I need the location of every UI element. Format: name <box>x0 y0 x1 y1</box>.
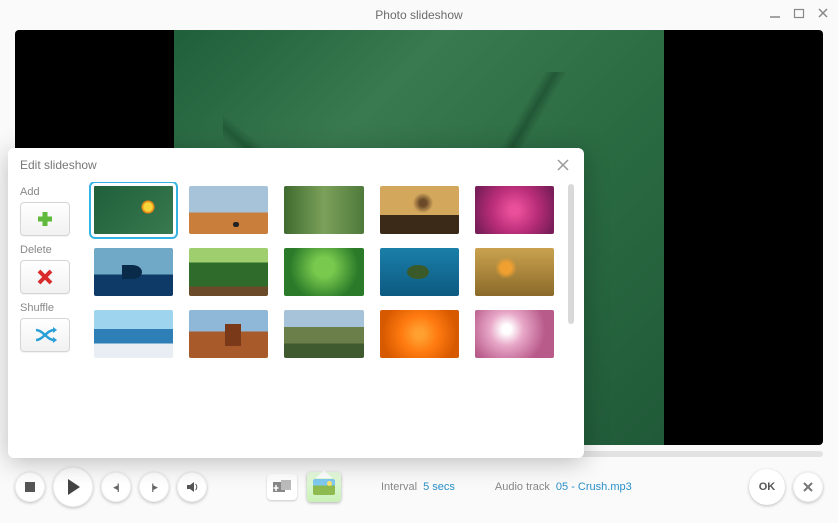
audio-info: Audio track 05 - Crush.mp3 <box>495 481 632 493</box>
thumbs-area <box>90 182 576 450</box>
interval-label: Interval <box>381 481 417 493</box>
scrollbar-thumb[interactable] <box>568 184 574 324</box>
titlebar: Photo slideshow <box>0 0 838 30</box>
thumbnail-blossom[interactable] <box>475 310 554 358</box>
close-button[interactable] <box>816 6 830 20</box>
thumbnail-marigold[interactable] <box>380 310 459 358</box>
audio-label: Audio track <box>495 481 550 493</box>
volume-button[interactable] <box>177 472 207 502</box>
thumbnail-turtle[interactable] <box>380 248 459 296</box>
delete-button[interactable] <box>20 260 70 294</box>
ok-button[interactable]: OK <box>749 469 785 505</box>
add-media-button[interactable] <box>267 474 297 500</box>
thumbnail-flowers-pink[interactable] <box>475 186 554 234</box>
prev-icon: ◂| <box>113 482 118 493</box>
stop-button[interactable] <box>15 472 45 502</box>
interval-info: Interval 5 secs <box>381 481 455 493</box>
thumbnail-meadow[interactable] <box>284 310 363 358</box>
popup-title: Edit slideshow <box>20 158 97 172</box>
delete-label: Delete <box>20 244 90 256</box>
confirm-controls: OK <box>749 469 823 505</box>
scrollbar[interactable] <box>566 182 576 450</box>
plus-icon <box>35 209 55 229</box>
edit-slideshow-popup: Edit slideshow Add Delete Shuffle <box>8 148 584 458</box>
playback-controls: ◂| |▸ <box>15 467 207 507</box>
audio-value[interactable]: 05 - Crush.mp3 <box>556 481 632 493</box>
thumbnail-whale[interactable] <box>94 248 173 296</box>
add-label: Add <box>20 186 90 198</box>
thumbnail-desert[interactable] <box>189 186 268 234</box>
x-icon <box>36 268 54 286</box>
thumbnail-stream[interactable] <box>284 186 363 234</box>
playback-bar: ◂| |▸ Interval 5 secs Audio track 05 - C… <box>15 463 823 511</box>
maximize-button[interactable] <box>792 6 806 20</box>
side-panel: Add Delete Shuffle <box>20 182 90 450</box>
picture-icon <box>313 479 335 495</box>
next-button[interactable]: |▸ <box>139 472 169 502</box>
shuffle-button[interactable] <box>20 318 70 352</box>
thumbnail-monument[interactable] <box>189 310 268 358</box>
shuffle-label: Shuffle <box>20 302 90 314</box>
thumbnail-shrub[interactable] <box>284 248 363 296</box>
popup-body: Add Delete Shuffle <box>8 182 584 458</box>
edit-slideshow-button[interactable] <box>307 472 341 502</box>
play-button[interactable] <box>53 467 93 507</box>
window-controls <box>768 6 830 20</box>
thumbnail-tree[interactable] <box>380 186 459 234</box>
interval-value[interactable]: 5 secs <box>423 481 455 493</box>
thumbnail-toucan[interactable] <box>94 186 173 234</box>
thumbnail-leaves[interactable] <box>475 248 554 296</box>
thumbnail-path[interactable] <box>189 248 268 296</box>
add-button[interactable] <box>20 202 70 236</box>
next-icon: |▸ <box>151 482 156 493</box>
popup-header: Edit slideshow <box>8 148 584 182</box>
shuffle-icon <box>33 325 57 345</box>
popup-close-button[interactable] <box>554 156 572 174</box>
thumbnail-island[interactable] <box>94 310 173 358</box>
prev-button[interactable]: ◂| <box>101 472 131 502</box>
thumbnail-grid <box>90 182 562 450</box>
minimize-button[interactable] <box>768 6 782 20</box>
window-title: Photo slideshow <box>375 8 462 22</box>
cancel-button[interactable] <box>793 472 823 502</box>
